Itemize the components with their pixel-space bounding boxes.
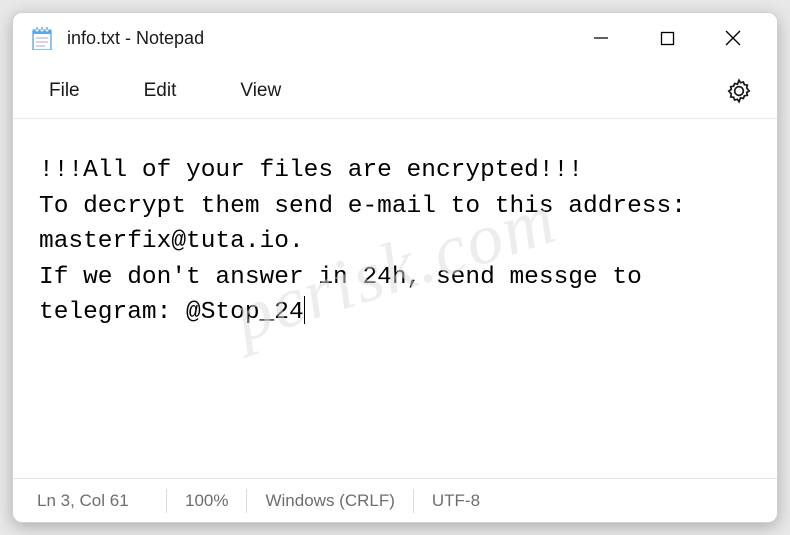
text-editor[interactable]: !!!All of your files are encrypted!!! To…: [13, 119, 777, 478]
titlebar: info.txt - Notepad: [13, 13, 777, 63]
text-caret: [304, 296, 306, 324]
menu-edit[interactable]: Edit: [126, 70, 195, 112]
menu-file[interactable]: File: [31, 70, 98, 112]
menu-view[interactable]: View: [222, 70, 299, 112]
status-line-ending: Windows (CRLF): [247, 489, 413, 513]
status-encoding: UTF-8: [414, 489, 498, 513]
notepad-icon: [31, 27, 53, 49]
minimize-button[interactable]: [589, 26, 613, 50]
menubar: File Edit View: [13, 63, 777, 119]
statusbar: Ln 3, Col 61 100% Windows (CRLF) UTF-8: [13, 478, 777, 522]
settings-button[interactable]: [719, 71, 759, 111]
status-cursor-position: Ln 3, Col 61: [37, 489, 167, 513]
gear-icon: [726, 78, 752, 104]
status-zoom[interactable]: 100%: [167, 489, 247, 513]
window-title: info.txt - Notepad: [67, 28, 589, 49]
maximize-button[interactable]: [655, 26, 679, 50]
editor-line: !!!All of your files are encrypted!!!: [39, 157, 583, 184]
notepad-window: info.txt - Notepad File Edit View !!!All…: [12, 12, 778, 523]
editor-line: If we don't answer in 24h, send messge t…: [39, 264, 657, 327]
window-controls: [589, 26, 773, 50]
close-button[interactable]: [721, 26, 745, 50]
editor-line: To decrypt them send e-mail to this addr…: [39, 193, 701, 256]
